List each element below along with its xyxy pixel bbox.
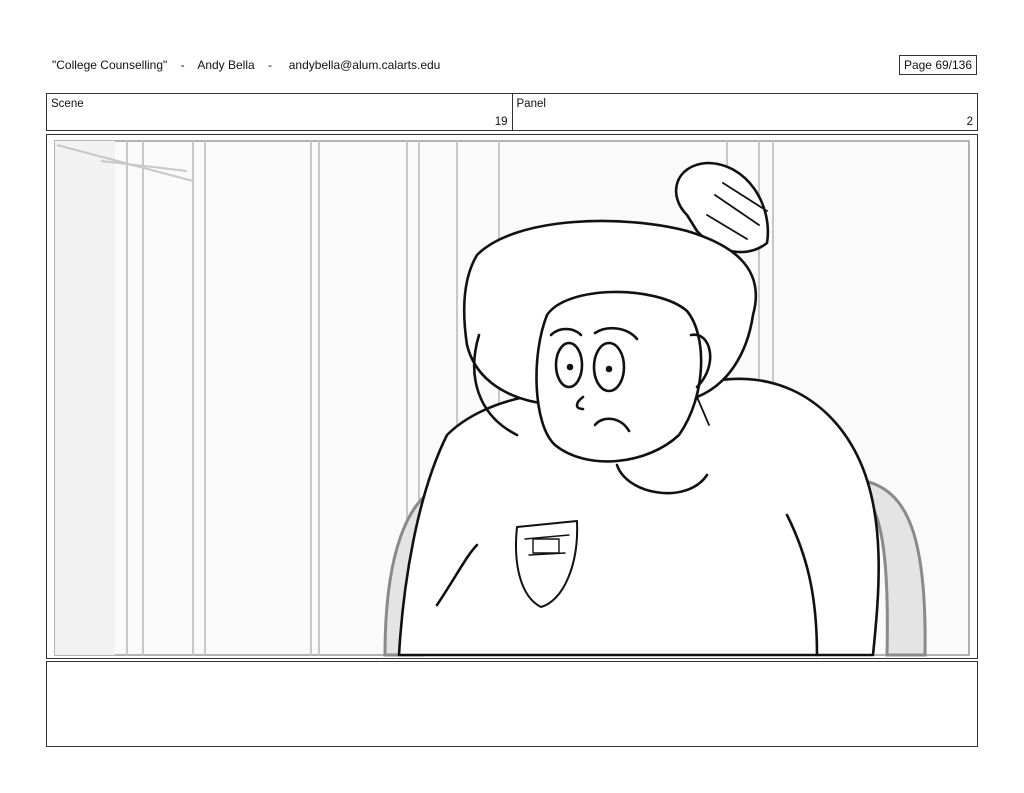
separator: -	[180, 58, 185, 72]
panel-cell: Panel 2	[511, 94, 978, 130]
scene-number: 19	[494, 116, 508, 128]
panel-label: Panel	[516, 98, 546, 110]
panel-number: 2	[966, 116, 973, 128]
author-email: andybella@alum.calarts.edu	[288, 58, 441, 72]
project-title: "College Counselling"	[52, 58, 168, 72]
notes-box	[46, 661, 978, 747]
storyboard-header: "College Counselling" - Andy Bella - and…	[52, 58, 440, 72]
scene-label: Scene	[51, 98, 84, 110]
sketch-drawing	[54, 140, 970, 657]
scene-panel-row: Scene 19 Panel 2	[46, 93, 978, 131]
scene-cell: Scene 19	[47, 94, 512, 130]
author-name: Andy Bella	[197, 58, 255, 72]
page-number: 69/136	[935, 58, 973, 72]
page-label: Page	[903, 58, 932, 72]
page-indicator: Page 69/136	[899, 55, 977, 75]
separator: -	[268, 58, 273, 72]
storyboard-frame	[46, 134, 978, 659]
